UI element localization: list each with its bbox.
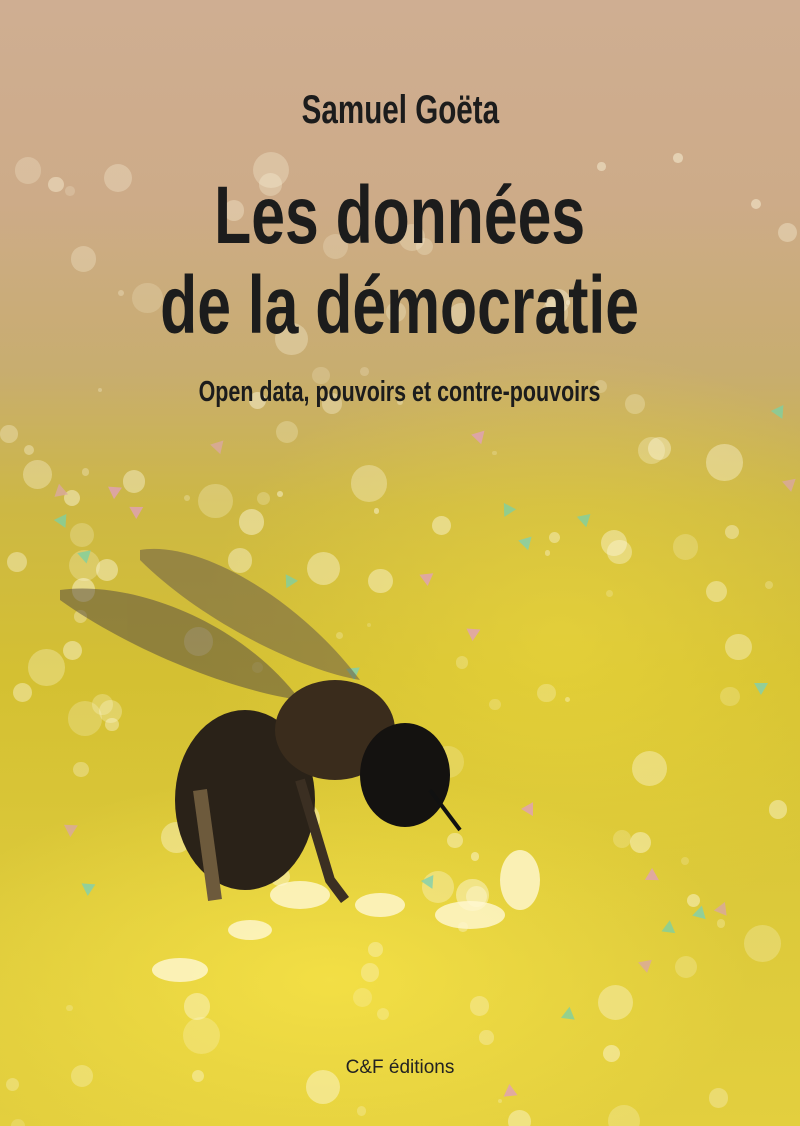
publisher-name: C&F éditions [345,1057,455,1078]
author-name: Samuel Goëta [0,88,800,133]
bee-photo [60,548,540,982]
book-cover: Samuel Goëta Les données de la démocrati… [0,0,800,1126]
subtitle-text: Open data, pouvoirs et contre-pouvoirs [199,376,601,408]
subtitle: Open data, pouvoirs et contre-pouvoirs [0,376,800,409]
bee-head [360,723,450,827]
title-line-2: de la démocratie [0,262,800,350]
title-text-2: de la démocratie [160,260,640,351]
title-line-1: Les données [0,172,800,260]
bee-wings [60,548,360,700]
title-text-1: Les données [214,170,586,261]
author-text: Samuel Goëta [301,88,499,132]
